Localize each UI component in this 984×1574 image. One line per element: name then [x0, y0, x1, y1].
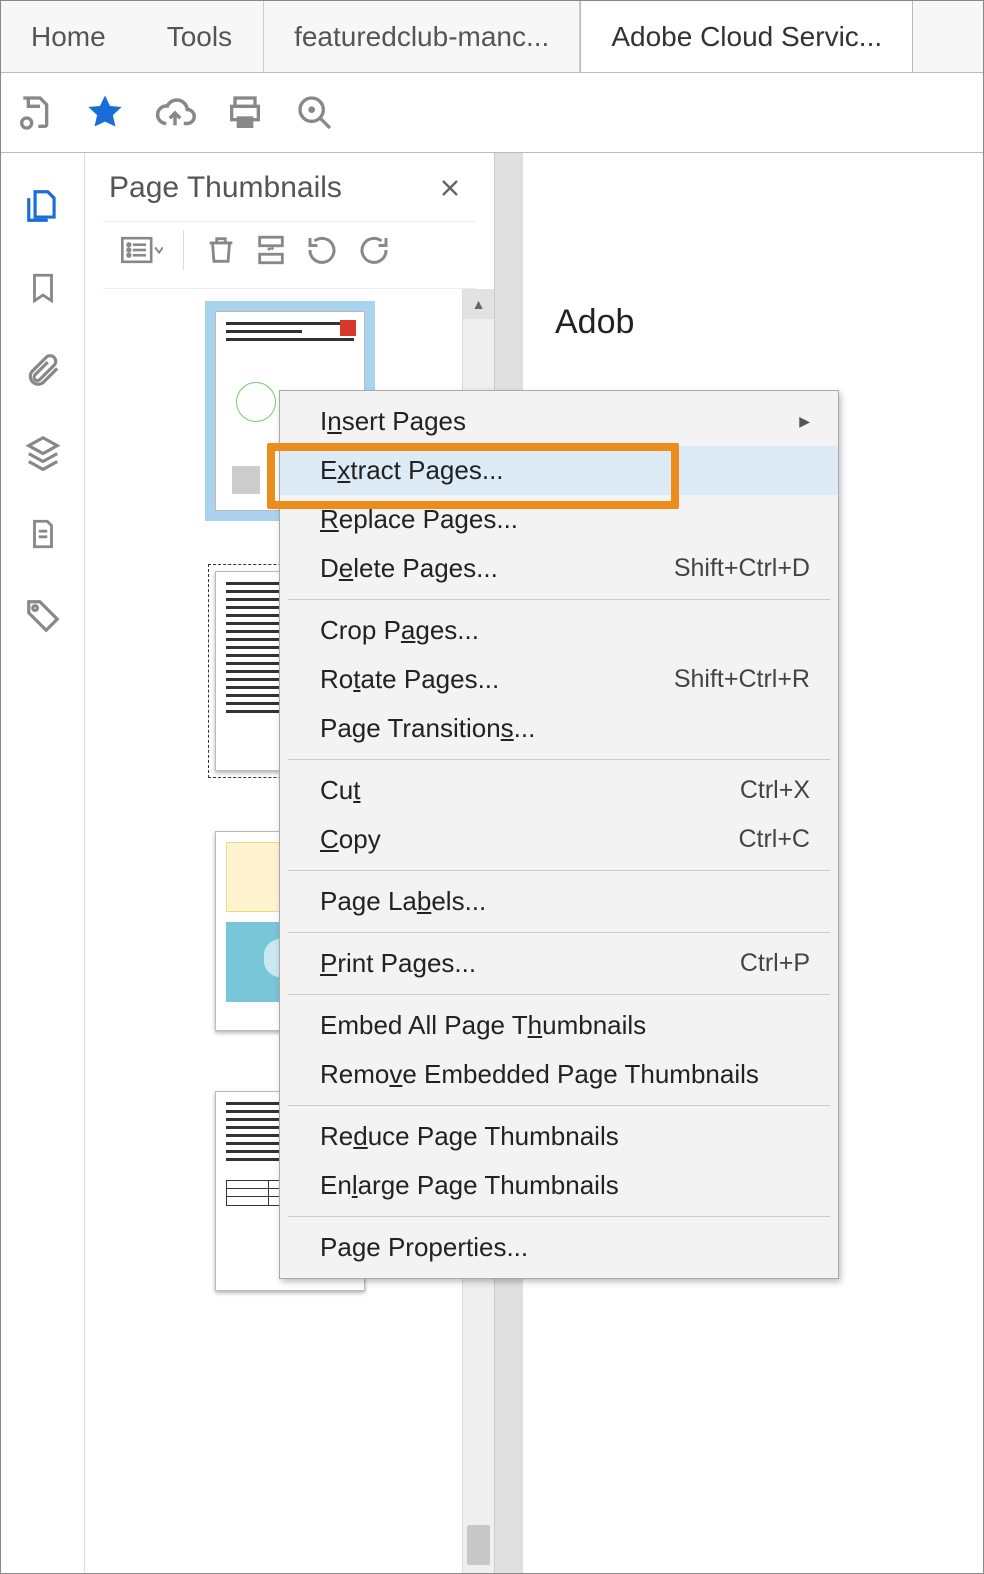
- tab-bar: Home Tools featuredclub-manc... Adobe Cl…: [1, 1, 983, 73]
- menu-crop-pages[interactable]: Crop Pages...: [280, 606, 838, 655]
- main-toolbar: [1, 73, 983, 153]
- scroll-thumb[interactable]: [467, 1525, 490, 1565]
- doc-text: Adob: [555, 303, 983, 342]
- menu-insert-pages[interactable]: Insert Pages ▶: [280, 397, 838, 446]
- menu-separator: [288, 994, 830, 995]
- tab-document[interactable]: featuredclub-manc...: [263, 1, 580, 72]
- menu-replace-pages[interactable]: Replace Pages...: [280, 495, 838, 544]
- delete-icon[interactable]: [204, 232, 238, 268]
- tab-tools[interactable]: Tools: [137, 1, 263, 72]
- upload-cloud-icon[interactable]: [153, 91, 197, 135]
- page-rail-icon[interactable]: [20, 511, 66, 557]
- menu-extract-pages[interactable]: Extract Pages...: [280, 446, 838, 495]
- menu-page-labels[interactable]: Page Labels...: [280, 877, 838, 926]
- shortcut-label: Ctrl+C: [738, 825, 810, 854]
- tag-rail-icon[interactable]: [20, 593, 66, 639]
- menu-separator: [288, 1216, 830, 1217]
- options-dropdown-icon[interactable]: [121, 233, 163, 267]
- search-icon[interactable]: [293, 91, 337, 135]
- shortcut-label: Shift+Ctrl+D: [674, 554, 810, 583]
- thumbnails-rail-icon[interactable]: [20, 183, 66, 229]
- menu-reduce-thumbnails[interactable]: Reduce Page Thumbnails: [280, 1112, 838, 1161]
- layers-rail-icon[interactable]: [20, 429, 66, 475]
- thumbnail-context-menu: Insert Pages ▶ Extract Pages... Replace …: [279, 390, 839, 1279]
- shortcut-label: Shift+Ctrl+R: [674, 665, 810, 694]
- submenu-arrow-icon: ▶: [799, 413, 810, 430]
- thumbnails-header: Page Thumbnails: [85, 153, 494, 215]
- close-panel-button[interactable]: [430, 172, 470, 204]
- toolbar-divider: [183, 230, 184, 270]
- menu-separator: [288, 932, 830, 933]
- print-icon[interactable]: [223, 91, 267, 135]
- menu-separator: [288, 599, 830, 600]
- menu-remove-embedded-thumbnails[interactable]: Remove Embedded Page Thumbnails: [280, 1050, 838, 1099]
- star-icon[interactable]: [83, 91, 127, 135]
- menu-print-pages[interactable]: Print Pages... Ctrl+P: [280, 939, 838, 988]
- rotate-ccw-icon[interactable]: [304, 232, 340, 268]
- menu-embed-thumbnails[interactable]: Embed All Page Thumbnails: [280, 1001, 838, 1050]
- combine-icon[interactable]: [254, 232, 288, 268]
- menu-enlarge-thumbnails[interactable]: Enlarge Page Thumbnails: [280, 1161, 838, 1210]
- menu-separator: [288, 759, 830, 760]
- attachment-rail-icon[interactable]: [20, 347, 66, 393]
- menu-separator: [288, 1105, 830, 1106]
- menu-cut[interactable]: Cut Ctrl+X: [280, 766, 838, 815]
- thumbnails-toolbar: [103, 221, 476, 289]
- nav-rail: [1, 153, 85, 1573]
- menu-page-transitions[interactable]: Page Transitions...: [280, 704, 838, 753]
- menu-copy[interactable]: Copy Ctrl+C: [280, 815, 838, 864]
- save-cloud-icon[interactable]: [13, 91, 57, 135]
- thumbnails-title: Page Thumbnails: [109, 171, 342, 205]
- scroll-up-icon[interactable]: ▲: [463, 289, 494, 319]
- rotate-cw-icon[interactable]: [356, 232, 392, 268]
- shortcut-label: Ctrl+X: [740, 776, 810, 805]
- shortcut-label: Ctrl+P: [740, 949, 810, 978]
- bookmark-rail-icon[interactable]: [20, 265, 66, 311]
- menu-separator: [288, 870, 830, 871]
- menu-page-properties[interactable]: Page Properties...: [280, 1223, 838, 1272]
- menu-rotate-pages[interactable]: Rotate Pages... Shift+Ctrl+R: [280, 655, 838, 704]
- menu-delete-pages[interactable]: Delete Pages... Shift+Ctrl+D: [280, 544, 838, 593]
- tab-cloud-services[interactable]: Adobe Cloud Servic...: [580, 1, 913, 72]
- tab-home[interactable]: Home: [1, 1, 137, 72]
